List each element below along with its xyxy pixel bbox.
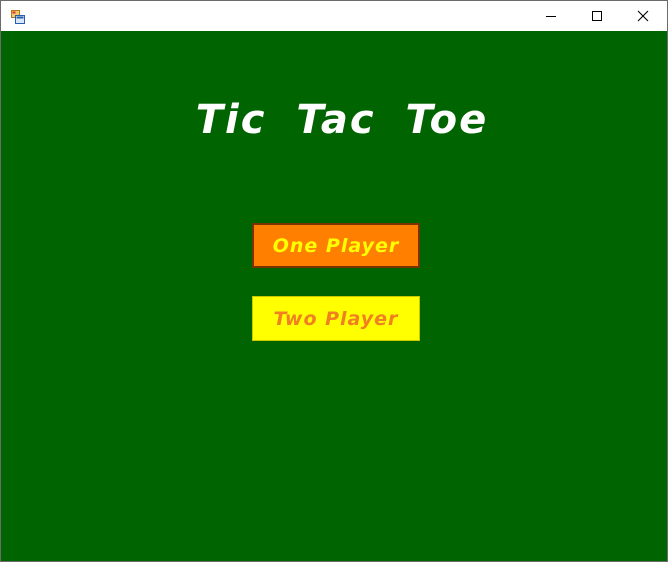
maximize-icon [591,7,603,26]
minimize-button[interactable] [528,1,574,31]
one-player-label: One Player [272,234,400,257]
two-player-button[interactable]: Two Player [252,296,420,341]
app-window: Tic Tac Toe One Player Two Player [0,0,668,562]
close-button[interactable] [620,1,666,31]
title-bar[interactable] [1,1,667,31]
minimize-icon [545,7,557,26]
main-panel: Tic Tac Toe One Player Two Player [1,31,667,561]
maximize-button[interactable] [574,1,620,31]
close-icon [637,7,649,26]
two-player-label: Two Player [273,307,399,330]
app-icon[interactable] [11,9,25,24]
one-player-button[interactable]: One Player [252,223,420,268]
game-title: Tic Tac Toe [195,97,489,143]
